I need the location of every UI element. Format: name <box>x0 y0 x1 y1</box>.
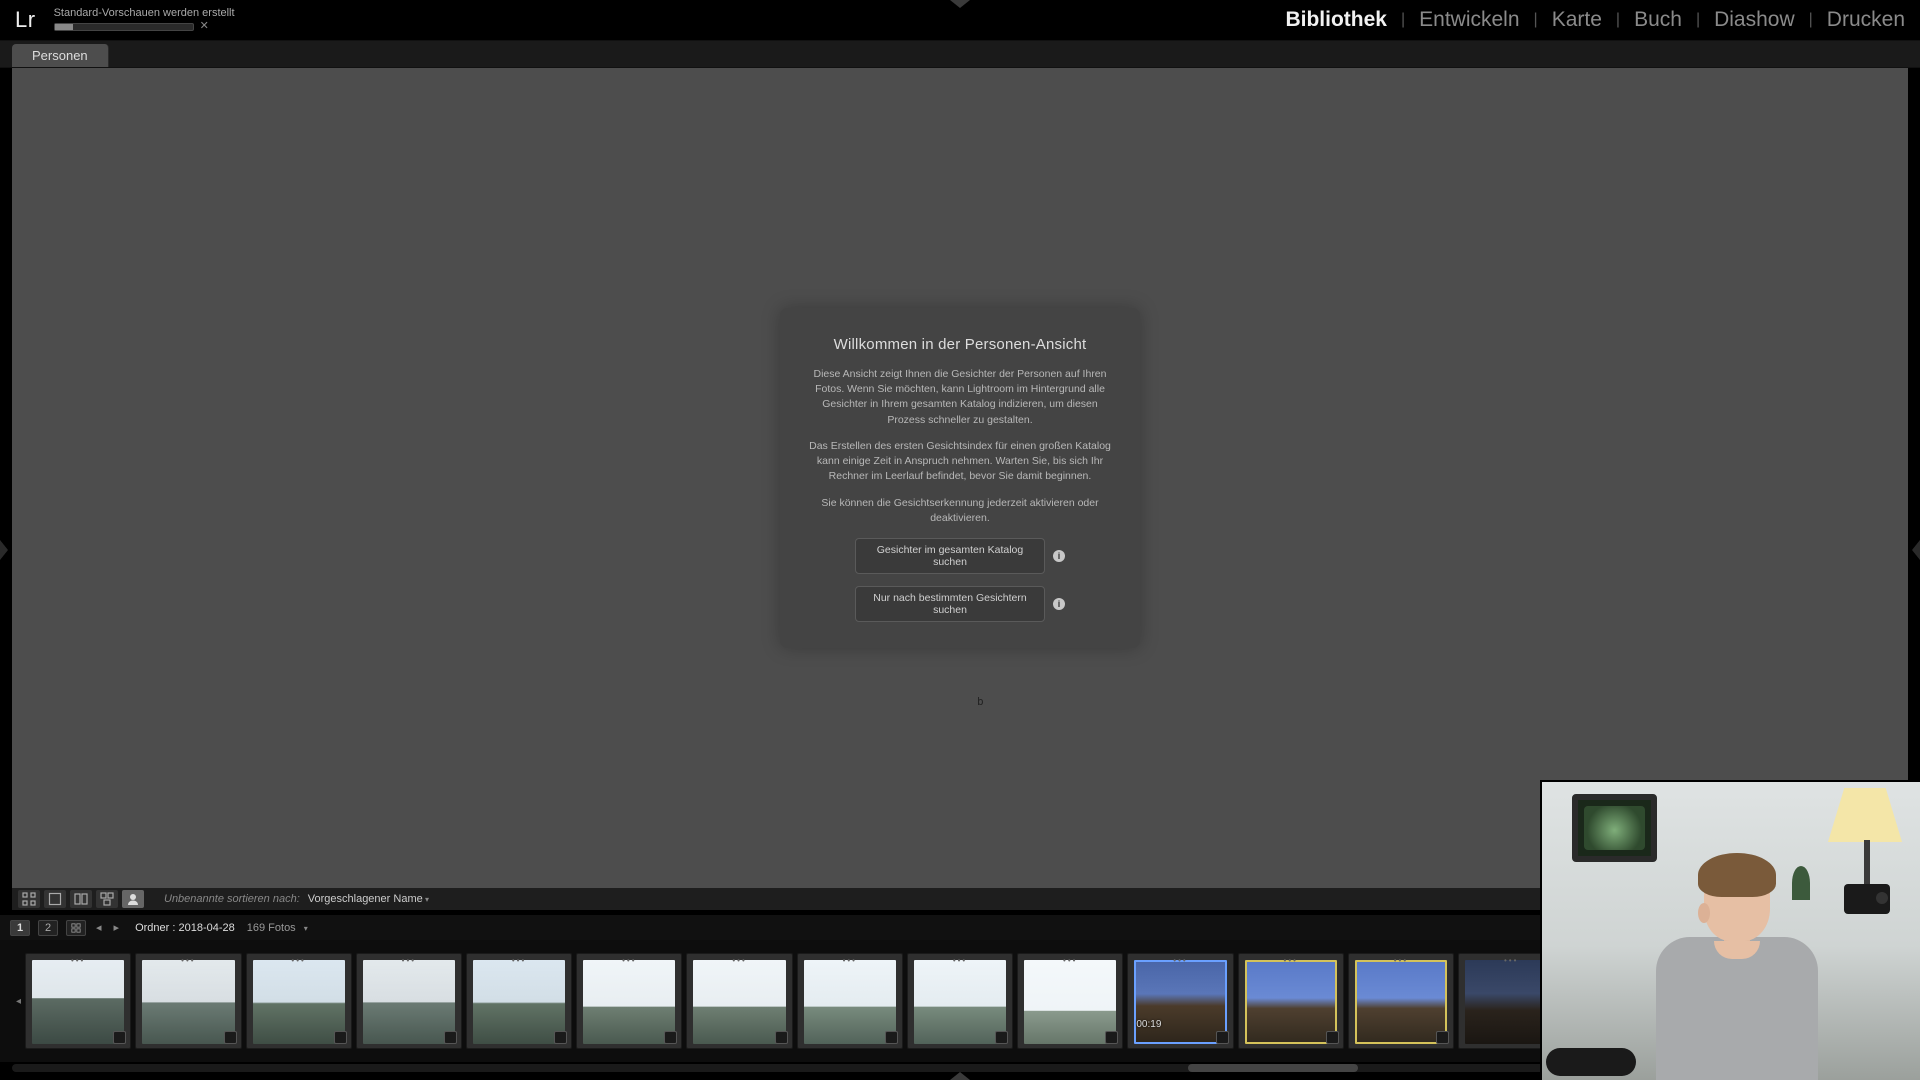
module-picker: Bibliothek | Entwickeln | Karte | Buch |… <box>1285 8 1905 32</box>
find-faces-as-needed-button[interactable]: Nur nach bestimmten Gesichtern suchen <box>855 586 1045 622</box>
welcome-panel: Willkommen in der Personen-Ansicht Diese… <box>780 308 1140 648</box>
filmstrip-thumbnail[interactable]: ••• <box>135 953 241 1049</box>
source-label: Ordner : <box>135 922 175 934</box>
presenter <box>1638 845 1828 1080</box>
loupe-view-icon[interactable] <box>44 890 66 908</box>
info-icon[interactable]: i <box>1053 598 1065 610</box>
filmstrip-thumbnail[interactable]: ••• <box>356 953 462 1049</box>
module-separator: | <box>1401 11 1405 29</box>
filmstrip-thumbnail[interactable]: ••• <box>466 953 572 1049</box>
filmstrip-thumbnail[interactable]: ••• <box>907 953 1013 1049</box>
left-panel-collapse-handle[interactable] <box>0 540 8 560</box>
welcome-paragraph: Sie können die Gesichtserkennung jederze… <box>804 496 1116 526</box>
module-bibliothek[interactable]: Bibliothek <box>1285 8 1387 32</box>
filmstrip-thumbnail[interactable]: ••• <box>1238 953 1344 1049</box>
welcome-paragraph: Diese Ansicht zeigt Ihnen die Gesichter … <box>804 367 1116 428</box>
module-separator: | <box>1616 11 1620 29</box>
progress-block: Standard-Vorschauen werden erstellt ✕ <box>54 8 235 32</box>
find-faces-entire-catalog-button[interactable]: Gesichter im gesamten Katalog suchen <box>855 538 1045 574</box>
primary-display-icon[interactable]: 1 <box>10 920 30 936</box>
history-forward-icon[interactable]: ▸ <box>112 921 122 934</box>
video-duration: 00:19 <box>1136 1019 1161 1030</box>
filmstrip-thumbnail[interactable]: ••• <box>246 953 352 1049</box>
grid-toggle-icon[interactable] <box>66 920 86 936</box>
grid-view-icon[interactable] <box>18 890 40 908</box>
bottom-panel-collapse-handle[interactable] <box>950 1072 970 1080</box>
source-path[interactable]: Ordner : 2018-04-28 <box>135 922 235 934</box>
filmstrip-thumbnail[interactable]: ••• <box>1017 953 1123 1049</box>
filmstrip-thumbnail[interactable]: ••• <box>686 953 792 1049</box>
module-buch[interactable]: Buch <box>1634 8 1682 32</box>
filmstrip-scrollbar-thumb[interactable] <box>1188 1064 1359 1072</box>
progress-cancel-icon[interactable]: ✕ <box>200 21 209 32</box>
sort-dropdown[interactable]: Vorgeschlagener Name <box>308 893 429 905</box>
filmstrip-thumbnail[interactable]: ••• <box>576 953 682 1049</box>
survey-view-icon[interactable] <box>96 890 118 908</box>
right-panel-collapse-handle[interactable] <box>1912 540 1920 560</box>
text-cursor: b <box>977 695 984 708</box>
secondary-display-icon[interactable]: 2 <box>38 920 58 936</box>
module-separator: | <box>1534 11 1538 29</box>
filmstrip-thumbnail[interactable]: ••• <box>25 953 131 1049</box>
filmstrip-thumbnail-video[interactable]: •••00:19 <box>1127 953 1233 1049</box>
view-tabs-bar: Personen <box>0 40 1920 68</box>
camera-prop <box>1844 884 1890 914</box>
module-karte[interactable]: Karte <box>1552 8 1602 32</box>
main-content-area: Willkommen in der Personen-Ansicht Diese… <box>12 68 1908 888</box>
history-back-icon[interactable]: ◂ <box>94 921 104 934</box>
source-value: 2018-04-28 <box>178 922 234 934</box>
welcome-title: Willkommen in der Personen-Ansicht <box>804 336 1116 353</box>
filmstrip-thumbnail[interactable]: ••• <box>797 953 903 1049</box>
filmstrip-scroll-left-icon[interactable]: ◂ <box>12 996 25 1007</box>
progress-label: Standard-Vorschauen werden erstellt <box>54 8 235 19</box>
module-separator: | <box>1696 11 1700 29</box>
module-diashow[interactable]: Diashow <box>1714 8 1795 32</box>
photo-count: 169 Fotos <box>247 922 296 934</box>
top-panel-collapse-handle[interactable] <box>950 0 970 8</box>
sort-label: Unbenannte sortieren nach: <box>164 893 300 905</box>
webcam-overlay <box>1540 780 1920 1080</box>
filmstrip-thumbnail[interactable]: ••• <box>1348 953 1454 1049</box>
module-separator: | <box>1809 11 1813 29</box>
compare-view-icon[interactable] <box>70 890 92 908</box>
progress-bar <box>54 23 194 31</box>
module-drucken[interactable]: Drucken <box>1827 8 1905 32</box>
view-tab-personen[interactable]: Personen <box>12 44 109 67</box>
people-view-icon[interactable] <box>122 890 144 908</box>
welcome-paragraph: Das Erstellen des ersten Gesichtsindex f… <box>804 439 1116 485</box>
lamp-stand <box>1864 840 1870 886</box>
info-icon[interactable]: i <box>1053 550 1065 562</box>
app-logo: Lr <box>15 7 36 33</box>
source-dropdown-icon[interactable] <box>304 922 308 934</box>
desk-foreground <box>1546 1048 1636 1076</box>
progress-fill <box>55 24 73 30</box>
module-entwickeln[interactable]: Entwickeln <box>1419 8 1519 32</box>
lamp-icon <box>1828 788 1902 842</box>
